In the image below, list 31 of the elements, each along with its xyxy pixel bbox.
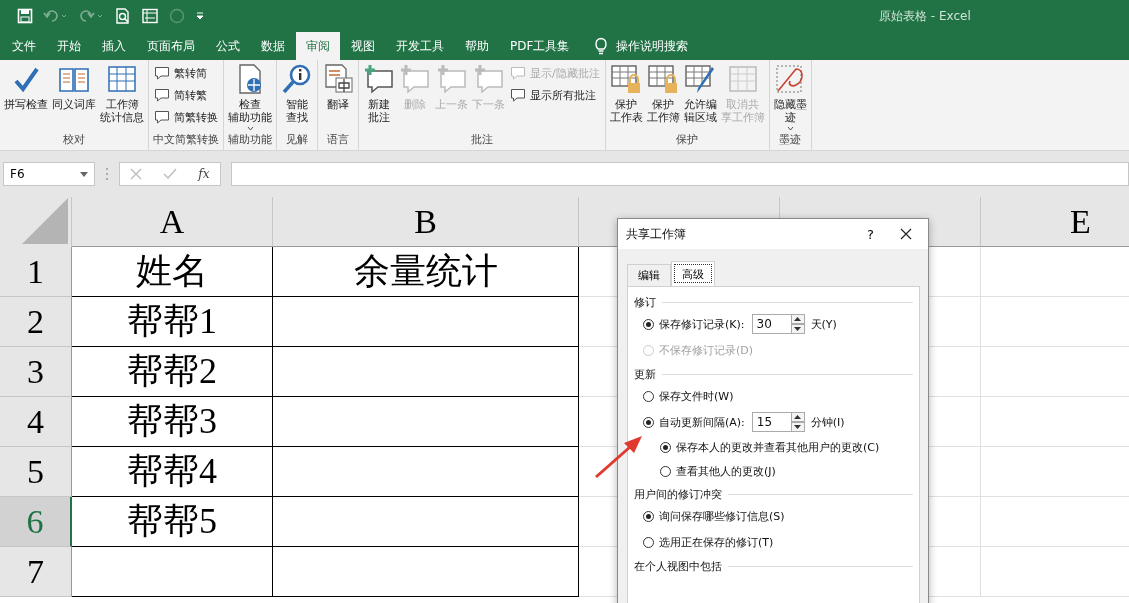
section-title: 更新: [634, 366, 656, 382]
option-label: 查看其他人的更改(J): [676, 463, 776, 479]
section-title: 修订: [634, 294, 656, 310]
window-title: 原始表格 - Excel: [879, 7, 971, 25]
option-label: 询问保存哪些修订信息(S): [659, 508, 785, 524]
table-cell: 帮帮3: [72, 397, 273, 447]
option-label: 选用正在保存的修订(T): [659, 534, 774, 550]
table-cell: 姓名: [72, 247, 273, 297]
option-label: 保存修订记录(K):: [659, 316, 745, 332]
table-cell: 帮帮5: [72, 497, 273, 547]
group-label: 墨迹: [779, 132, 802, 148]
section-title: 用户间的修订冲突: [634, 486, 722, 502]
unit-label: 分钟(I): [810, 414, 845, 430]
dialog-title: 共享工作簿: [626, 225, 686, 243]
option-label: 自动更新间隔(A):: [659, 414, 745, 430]
unit-label: 天(Y): [810, 316, 837, 332]
option-label: 不保存修订记录(D): [659, 342, 754, 358]
table-cell: 帮帮1: [72, 297, 273, 347]
group-label: 批注: [470, 132, 493, 148]
section-title: 在个人视图中包括: [634, 558, 722, 574]
table-cell: 余量统计: [273, 247, 579, 297]
group-label: 中文简繁转换: [153, 132, 219, 148]
option-label: 保存本人的更改并查看其他用户的更改(C): [676, 439, 880, 455]
group-label: 保护: [676, 132, 699, 148]
table-cell: 帮帮4: [72, 447, 273, 497]
group-label: 见解: [286, 132, 308, 148]
group-label: 校对: [63, 132, 85, 148]
option-label: 保存文件时(W): [659, 388, 734, 404]
table-cell: 帮帮2: [72, 347, 273, 397]
group-label: 语言: [327, 132, 349, 148]
group-label: 辅助功能: [228, 132, 272, 148]
